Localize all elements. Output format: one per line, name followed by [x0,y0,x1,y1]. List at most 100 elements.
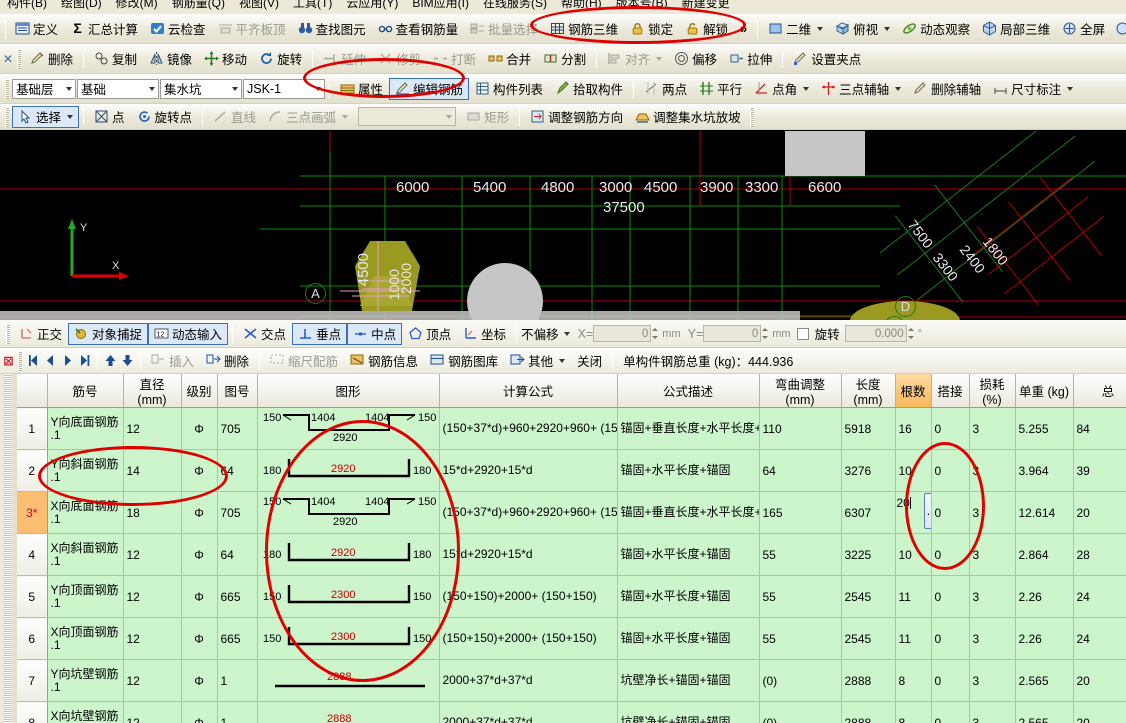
stretch-button[interactable]: 拉伸 [723,48,778,70]
cell-bend-adjust[interactable]: 55 [759,618,841,660]
cell-figure-no[interactable]: 1 [217,702,257,723]
delete-axis-button[interactable]: 删除辅轴 [907,78,987,100]
cell-formula[interactable]: 2000+37*d+37*d [439,702,617,723]
cell-shape[interactable]: 150 1404 2920 1404 150 [257,408,439,450]
cell-formula[interactable]: (150+37*d)+960+2920+960+ (150+37*d) [439,408,617,450]
cell-loss[interactable]: 3 [969,492,1015,534]
cell-shape[interactable]: 2888 [257,660,439,702]
cell-grade[interactable]: Φ [181,492,217,534]
rebar-library-button[interactable]: 钢筋图库 [424,350,504,372]
menu-item-2[interactable]: 修改(M) [109,0,165,11]
cell-unit-weight[interactable]: 5.255 [1015,408,1073,450]
rotate-button[interactable]: 旋转 [253,48,308,70]
cell-rebar-name[interactable]: X向斜面钢筋.1 [47,534,123,576]
parallel-button[interactable]: 平行 [693,78,748,100]
chevron-down-icon[interactable] [342,115,348,119]
cell-diameter[interactable]: 12 [123,534,181,576]
cell-bend-adjust[interactable]: (0) [759,702,841,723]
cell-count[interactable]: 8 [895,702,931,723]
cell-count[interactable]: 10 [895,450,931,492]
cell-total-weight[interactable]: 20 [1073,702,1126,723]
two-point-button[interactable]: 两点 [638,78,693,100]
cell-description[interactable]: 锚固+水平长度+锚固 [617,534,759,576]
cell-description[interactable]: 坑壁净长+锚固+锚固 [617,660,759,702]
cell-length[interactable]: 2888 [841,702,895,723]
toolbar-gripper-3[interactable] [5,79,9,99]
cell-lap[interactable]: 0 [931,660,969,702]
align-slab-top-button[interactable]: 平齐板顶 [212,18,292,40]
adjust-pit-slope-button[interactable]: 调整集水坑放坡 [629,106,747,128]
menu-item-10[interactable]: 版本号(B) [609,0,675,11]
cell-unit-weight[interactable]: 3.964 [1015,450,1073,492]
split-button[interactable]: 分割 [537,48,592,70]
merge-button[interactable]: 合并 [482,48,537,70]
axis-bubble-A[interactable]: A [305,283,326,304]
osnap-toggle[interactable]: 对象捕捉 [68,323,148,345]
cell-rebar-name[interactable]: X向底面钢筋.1 [47,492,123,534]
snap-perpendicular[interactable]: 垂点 [292,323,347,345]
cell-grade[interactable]: Φ [181,534,217,576]
chevron-down-icon[interactable] [446,115,452,119]
cell-unit-weight[interactable]: 2.26 [1015,618,1073,660]
th-lap[interactable]: 搭接 [931,374,969,408]
menu-item-4[interactable]: 视图(V) [232,0,286,11]
main-toolbar[interactable]: 定义 Σ 汇总计算 云检查 平齐板顶 查找图元 查看钢筋量 批量选择 钢筋三维 [0,14,1126,44]
table-body[interactable]: 1Y向底面钢筋.112Φ705 150 1404 2920 1404 150 (… [17,408,1126,723]
set-grip-point-button[interactable]: 设置夹点 [787,48,867,70]
edit-rebar-button[interactable]: 编辑钢筋 [389,78,469,100]
cell-rebar-name[interactable]: Y向斜面钢筋.1 [47,450,123,492]
th-figure-no[interactable]: 图号 [217,374,257,408]
menu-item-8[interactable]: 在线服务(S) [476,0,554,11]
fullscreen-button[interactable]: 全屏 [1056,18,1111,40]
trim-button[interactable]: 修剪 [372,48,427,70]
table-row[interactable]: 2Y向斜面钢筋.114Φ64 180 2920 180 15*d+2920+15… [17,450,1126,492]
cell-bend-adjust[interactable]: (0) [759,660,841,702]
component-list-button[interactable]: 构件列表 [469,78,549,100]
move-button[interactable]: 移动 [198,48,253,70]
rotate-input[interactable]: 0.000 [845,325,907,342]
statusbar-gripper[interactable] [6,324,10,344]
move-up-icon[interactable] [102,352,119,369]
menu-item-7[interactable]: BIM应用(I) [405,0,476,11]
cell-figure-no[interactable]: 665 [217,618,257,660]
local-3d-button[interactable]: 局部三维 [976,18,1056,40]
chevron-down-icon[interactable] [67,115,73,119]
rebar-table-container[interactable]: 筋号 直径 (mm) 级别 图号 图形 计算公式 公式描述 弯曲调整 (mm) … [0,374,1126,723]
cell-lap[interactable]: 0 [931,534,969,576]
toolbar-gripper-4[interactable] [5,107,9,127]
orbit-button[interactable]: 动态观察 [896,18,976,40]
point-tool-button[interactable]: 点 [88,106,131,128]
cell-bend-adjust[interactable]: 165 [759,492,841,534]
menu-item-3[interactable]: 钢筋量(Q) [165,0,232,11]
last-record-icon[interactable] [76,352,93,369]
snap-midpoint[interactable]: 中点 [347,323,402,345]
cell-loss[interactable]: 3 [969,618,1015,660]
cell-formula[interactable]: 15*d+2920+15*d [439,450,617,492]
cell-shape[interactable]: 150 2300 150 [257,576,439,618]
cell-formula[interactable]: (150+37*d)+960+2920+960+ (150+37*d) [439,492,617,534]
y-input[interactable]: 0 [703,325,761,342]
menu-bar[interactable]: 构件(B) 绘图(D) 修改(M) 钢筋量(Q) 视图(V) 工具(T) 云应用… [0,0,1126,14]
table-row[interactable]: 6X向顶面钢筋.112Φ665 150 2300 150 (150+150)+2… [17,618,1126,660]
pick-component-button[interactable]: 拾取构件 [549,78,629,100]
cell-rebar-name[interactable]: Y向底面钢筋.1 [47,408,123,450]
x-spinner[interactable] [651,325,660,342]
cell-rebar-name[interactable]: X向顶面钢筋.1 [47,618,123,660]
chevron-down-icon[interactable] [564,332,570,336]
move-down-icon[interactable] [119,352,136,369]
category-select[interactable]: 基础 [77,79,159,99]
cell-unit-weight[interactable]: 2.26 [1015,576,1073,618]
cell-length[interactable]: 6307 [841,492,895,534]
cell-lap[interactable]: 0 [931,576,969,618]
cell-loss[interactable]: 3 [969,576,1015,618]
floor-select[interactable]: 基础层 [12,79,76,99]
rectangle-tool-button[interactable]: 矩形 [460,106,515,128]
cell-lap[interactable]: 0 [931,450,969,492]
cell-shape[interactable]: 180 2920 180 [257,534,439,576]
close-editor-icon[interactable]: ⊠ [2,353,15,368]
cell-lap[interactable]: 0 [931,492,969,534]
row-index[interactable]: 8 [17,702,47,723]
prev-record-icon[interactable] [42,352,59,369]
batch-select-button[interactable]: 批量选择 [464,18,544,40]
cell-total-weight[interactable]: 28 [1073,534,1126,576]
